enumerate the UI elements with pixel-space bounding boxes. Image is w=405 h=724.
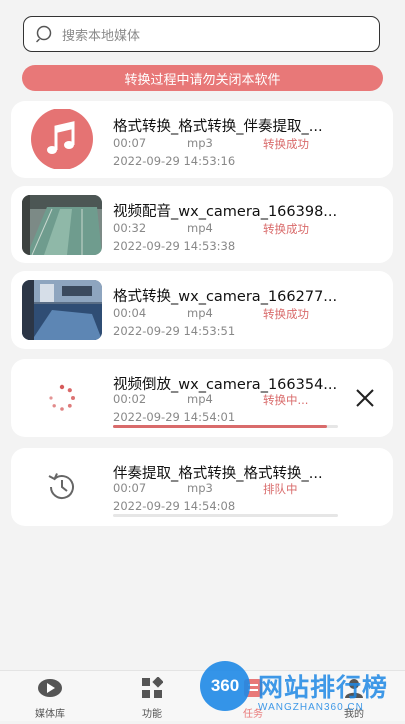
loading-spinner-icon <box>49 384 75 411</box>
item-time: 2022-09-29 14:54:01 <box>113 410 236 424</box>
list-item[interactable]: 视频配音_wx_camera_166398... 00:32 mp4 转换成功 … <box>11 186 393 263</box>
media-library-icon <box>38 679 62 697</box>
item-format: mp4 <box>187 221 213 235</box>
watermark: 360 网站排行榜 WANGZHAN360.CN <box>198 660 405 720</box>
list-item[interactable]: 伴奏提取_格式转换_格式转换_... 00:07 mp3 排队中 2022-09… <box>11 448 393 526</box>
thumbnail <box>22 109 102 169</box>
list-item[interactable]: 视频倒放_wx_camera_166354... 00:02 mp4 转换中..… <box>11 359 393 437</box>
item-time: 2022-09-29 14:53:51 <box>113 324 236 338</box>
warning-banner-text: 转换过程中请勿关闭本软件 <box>124 72 281 88</box>
progress-bar <box>113 425 338 428</box>
watermark-text: 网站排行榜 <box>258 673 389 702</box>
item-status: 转换成功 <box>263 307 309 321</box>
item-duration: 00:04 <box>113 306 147 320</box>
watermark-url: WANGZHAN360.CN <box>258 702 364 713</box>
grid-icon <box>142 676 164 698</box>
close-icon[interactable] <box>355 388 375 408</box>
tab-media-library[interactable]: 媒体库 <box>20 677 80 720</box>
item-status: 排队中 <box>263 482 298 496</box>
thumbnail <box>22 368 102 428</box>
item-time: 2022-09-29 14:54:08 <box>113 499 236 513</box>
video-thumbnail <box>22 195 102 255</box>
music-icon <box>31 109 93 169</box>
item-time: 2022-09-29 14:53:16 <box>113 154 236 168</box>
item-title: 格式转换_wx_camera_166277... <box>113 289 338 305</box>
warning-banner: 转换过程中请勿关闭本软件 <box>22 65 383 91</box>
search-input[interactable]: 搜索本地媒体 <box>62 25 140 44</box>
item-title: 视频配音_wx_camera_166398... <box>113 204 338 220</box>
history-icon <box>48 473 74 500</box>
progress-fill <box>113 425 327 428</box>
list-item[interactable]: 格式转换_格式转换_伴奏提取_... 00:07 mp3 转换成功 2022-0… <box>11 101 393 178</box>
item-title: 伴奏提取_格式转换_格式转换_... <box>113 466 323 482</box>
item-title: 格式转换_格式转换_伴奏提取_... <box>113 119 323 135</box>
item-format: mp4 <box>187 392 213 406</box>
item-status: 转换成功 <box>263 222 309 236</box>
item-duration: 00:07 <box>113 481 147 495</box>
progress-bar <box>113 514 338 517</box>
item-format: mp3 <box>187 136 213 150</box>
item-duration: 00:02 <box>113 392 147 406</box>
search-icon <box>36 25 52 43</box>
item-status: 转换中... <box>263 393 309 407</box>
tab-label: 媒体库 <box>35 709 65 720</box>
item-format: mp3 <box>187 481 213 495</box>
thumbnail <box>22 457 102 517</box>
item-time: 2022-09-29 14:53:38 <box>113 239 236 253</box>
item-duration: 00:32 <box>113 221 147 235</box>
item-duration: 00:07 <box>113 136 147 150</box>
item-status: 转换成功 <box>263 137 309 151</box>
list-item[interactable]: 格式转换_wx_camera_166277... 00:04 mp4 转换成功 … <box>11 271 393 349</box>
video-thumbnail <box>22 280 102 340</box>
tab-features[interactable]: 功能 <box>122 676 182 720</box>
item-format: mp4 <box>187 306 213 320</box>
search-box[interactable]: 搜索本地媒体 <box>23 16 380 52</box>
watermark-badge: 360 <box>210 676 240 695</box>
tab-label: 功能 <box>142 709 162 720</box>
item-title: 视频倒放_wx_camera_166354... <box>113 377 338 393</box>
